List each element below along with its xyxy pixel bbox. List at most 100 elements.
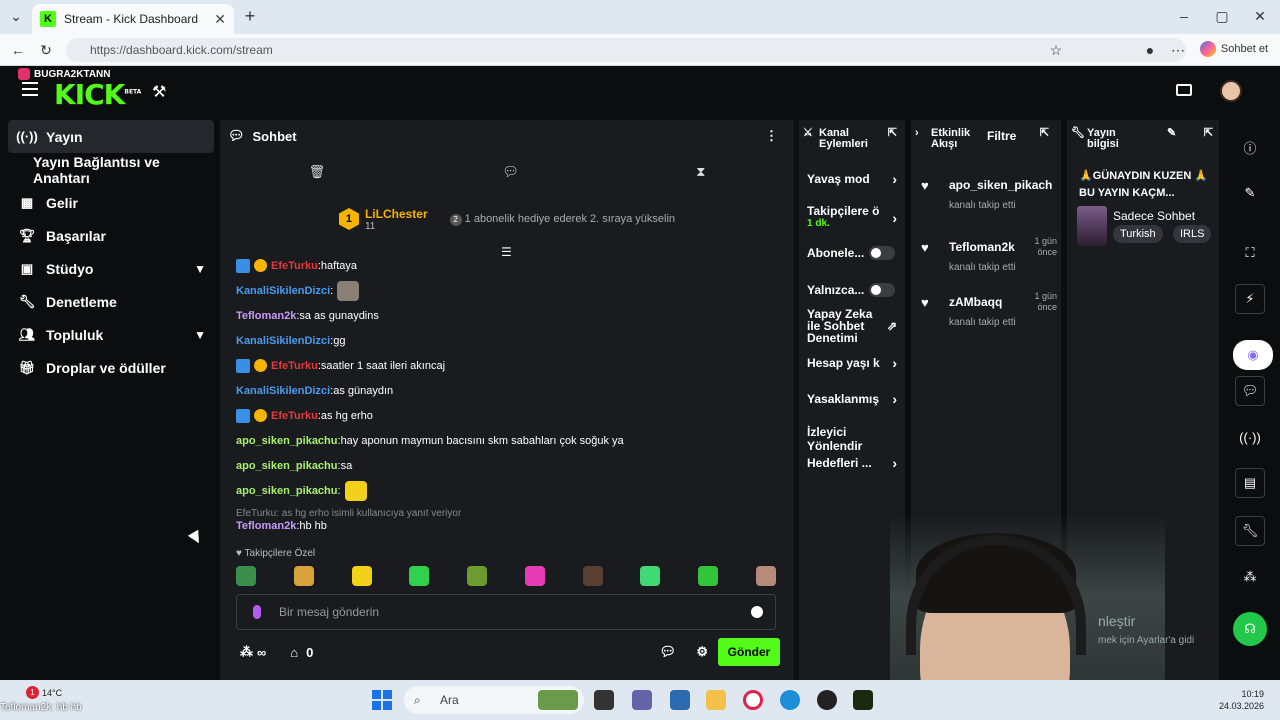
popout-icon[interactable]: ⇱ xyxy=(1204,128,1213,139)
emote-item[interactable] xyxy=(524,566,545,586)
chat-username[interactable]: apo_siken_pikachu xyxy=(236,460,338,472)
send-button[interactable]: Gönder xyxy=(718,638,780,666)
action-ai-moderation[interactable]: Yapay Zeka ile Sohbet Denetimi ⇗ xyxy=(807,308,897,344)
stream-preview-icon[interactable] xyxy=(1176,84,1192,96)
emote-only-toggle[interactable] xyxy=(869,283,895,297)
chat-settings-bubble-icon[interactable]: 💬︎ xyxy=(659,644,676,660)
avatar[interactable] xyxy=(1220,80,1242,102)
trash-icon[interactable]: 🗑︎ xyxy=(309,164,326,180)
favorites-star-icon[interactable]: ☆ xyxy=(1046,40,1066,60)
action-host[interactable]: İzleyici Yönlendir xyxy=(807,425,903,453)
sidebar-item-gelir[interactable]: ▦ Gelir xyxy=(8,186,214,219)
store-icon[interactable]: ⌂ xyxy=(290,645,298,660)
activity-user[interactable]: apo_siken_pikach xyxy=(949,178,1052,192)
file-explorer-icon[interactable] xyxy=(706,690,726,710)
emote-item[interactable] xyxy=(755,566,776,586)
tag-chip[interactable]: Turkish xyxy=(1113,225,1163,243)
chat-username[interactable]: EfeTurku xyxy=(271,360,318,372)
more-menu-icon[interactable]: ⋯ xyxy=(1168,40,1188,60)
back-icon[interactable]: ← xyxy=(8,40,28,60)
sidebar-item-studyo[interactable]: ▣ Stüdyo ▼ xyxy=(8,252,214,285)
chat-username[interactable]: KanaliSikilenDizci xyxy=(236,285,330,297)
stream-category[interactable]: Sadece Sohbet xyxy=(1113,209,1195,223)
popout-icon[interactable]: ⇱ xyxy=(1040,128,1049,139)
fullscreen-icon[interactable]: ⛶ xyxy=(1235,238,1265,268)
emote-item[interactable] xyxy=(236,566,256,586)
chat-bubble-icon[interactable]: 💬︎ xyxy=(1235,376,1265,406)
chat-username[interactable]: apo_siken_pikachu xyxy=(236,485,338,497)
mic-icon[interactable] xyxy=(253,605,261,619)
copilot-button[interactable]: Sohbet et xyxy=(1199,41,1268,57)
layout-icon[interactable]: ▤ xyxy=(1235,468,1265,498)
gear-icon[interactable]: ⚙ xyxy=(696,644,708,660)
reload-icon[interactable]: ↻ xyxy=(36,40,56,60)
tab-close-icon[interactable]: ✕ xyxy=(214,11,226,28)
activity-user[interactable]: Tefloman2k xyxy=(949,240,1015,254)
emote-item[interactable] xyxy=(698,566,719,586)
emote-item[interactable] xyxy=(351,566,372,586)
edit-pencil-icon[interactable]: ✎ xyxy=(1235,178,1265,208)
action-emote-only[interactable]: Yalnızca... xyxy=(807,283,903,297)
emote-item[interactable] xyxy=(582,566,603,586)
emote-item[interactable] xyxy=(640,566,661,586)
hamburger-menu-icon[interactable] xyxy=(22,82,38,96)
sidebar-item-topluluk[interactable]: 👥︎ Topluluk ▼ xyxy=(8,318,214,351)
sidebar-item-stream-key[interactable]: Yayın Bağlantısı ve Anahtarı xyxy=(8,153,214,186)
widgets-icon[interactable] xyxy=(538,690,578,710)
chat-username[interactable]: Tefloman2k xyxy=(236,520,296,532)
edit-pencil-icon[interactable]: ✎ xyxy=(1167,128,1176,139)
chat-username[interactable]: Tefloman2k xyxy=(236,310,296,322)
emoji-picker-icon[interactable] xyxy=(751,606,763,618)
browser-tab[interactable]: K Stream - Kick Dashboard ✕ xyxy=(32,4,234,34)
chat-input[interactable]: Bir mesaj gönderin xyxy=(236,594,776,630)
info-icon[interactable]: ⓘ xyxy=(1235,132,1265,162)
store-icon[interactable] xyxy=(670,690,690,710)
hammer-icon[interactable]: ⚒ xyxy=(152,82,166,102)
edge-icon[interactable] xyxy=(780,690,800,710)
kebab-menu-icon[interactable]: ⋮ xyxy=(765,128,778,144)
sidebar-item-basarilar[interactable]: 🏆︎ Başarılar xyxy=(8,219,214,252)
sidebar-item-droplar[interactable]: 🎁︎ Droplar ve ödüller xyxy=(8,351,214,384)
weather-widget[interactable]: 1 14°C xyxy=(26,686,62,699)
profile-icon[interactable]: ● xyxy=(1140,40,1160,60)
url-field[interactable]: https://dashboard.kick.com/stream xyxy=(66,38,1186,62)
chat-username[interactable]: EfeTurku xyxy=(271,410,318,422)
chat-username[interactable]: apo_siken_pikachu xyxy=(236,435,338,447)
sidebar-item-yayin[interactable]: ((·)) Yayın xyxy=(8,120,214,153)
hourglass-icon[interactable]: ⧗ xyxy=(696,164,705,180)
chat-username[interactable]: EfeTurku xyxy=(271,260,318,272)
sidebar-item-denetleme[interactable]: 🔧︎ Denetleme xyxy=(8,285,214,318)
action-goals[interactable]: Hedefleri ... › xyxy=(807,455,903,471)
popout-icon[interactable]: ⇱ xyxy=(888,128,897,139)
apps-icon[interactable]: ⁂ xyxy=(1235,562,1265,592)
action-subscribers-only[interactable]: Abonele... xyxy=(807,246,903,260)
chat-username[interactable]: KanaliSikilenDizci xyxy=(236,385,330,397)
subscribers-toggle[interactable] xyxy=(869,246,895,260)
tag-chip[interactable]: IRLS xyxy=(1173,225,1212,243)
action-followers-only[interactable]: Takipçilere ö 1 dk. › xyxy=(807,204,903,229)
emote-item[interactable] xyxy=(409,566,430,586)
lightning-icon[interactable]: ⚡︎ xyxy=(1235,284,1265,314)
points-icon[interactable]: ⁂ xyxy=(240,644,253,660)
chat-bubble-icon[interactable]: 💬︎ xyxy=(502,164,519,180)
emote-item[interactable] xyxy=(293,566,314,586)
opera-icon[interactable] xyxy=(743,690,763,710)
activity-user[interactable]: zAMbaqq xyxy=(949,295,1002,309)
window-close-icon[interactable]: ✕ xyxy=(1250,6,1270,26)
kick-logo[interactable]: KICKBETA xyxy=(54,78,141,111)
obs-icon[interactable] xyxy=(817,690,837,710)
wrench-icon[interactable]: 🔧︎ xyxy=(1235,516,1265,546)
system-clock[interactable]: 10:19 24.03.2026 xyxy=(1219,688,1264,712)
new-tab-icon[interactable]: + xyxy=(240,6,260,26)
leader-username[interactable]: LiLChester xyxy=(365,207,428,221)
emote-item[interactable] xyxy=(467,566,488,586)
support-headset-icon[interactable]: ☊ xyxy=(1233,612,1267,646)
teams-icon[interactable] xyxy=(632,690,652,710)
maximize-icon[interactable]: ▢ xyxy=(1212,6,1232,26)
kick-app-icon[interactable] xyxy=(853,690,873,710)
minimize-icon[interactable]: – xyxy=(1174,6,1194,26)
action-account-age[interactable]: Hesap yaşı k › xyxy=(807,355,903,371)
filter-button[interactable]: Filtre xyxy=(987,130,1016,142)
mode-toggle-icon[interactable]: ◉ xyxy=(1233,340,1273,370)
action-slow-mode[interactable]: Yavaş mod › xyxy=(807,171,903,187)
